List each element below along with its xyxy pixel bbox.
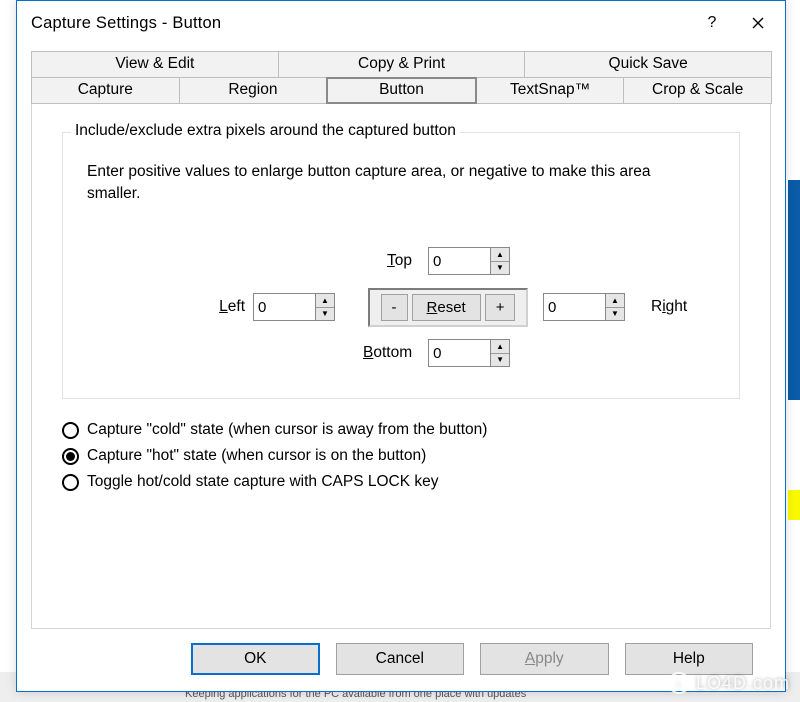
bottom-spin-down[interactable]: ▼ xyxy=(491,354,509,367)
top-input[interactable] xyxy=(428,247,490,275)
decrement-button[interactable]: - xyxy=(381,294,408,321)
reset-group: - Reset + xyxy=(368,288,528,327)
radio-toggle[interactable]: Toggle hot/cold state capture with CAPS … xyxy=(62,473,740,491)
help-icon[interactable]: ? xyxy=(689,6,735,40)
tab-quick-save[interactable]: Quick Save xyxy=(524,51,772,77)
ok-button[interactable]: OK xyxy=(191,643,320,675)
tab-textsnap[interactable]: TextSnap™ xyxy=(476,77,625,104)
radio-hot[interactable]: Capture "hot" state (when cursor is on t… xyxy=(62,447,740,465)
reset-button[interactable]: Reset xyxy=(412,294,481,321)
tab-strip: View & Edit Copy & Print Quick Save Capt… xyxy=(31,51,771,104)
tab-crop-scale[interactable]: Crop & Scale xyxy=(623,77,772,104)
bottom-spin-up[interactable]: ▲ xyxy=(491,340,509,354)
radio-hot-label: Capture "hot" state (when cursor is on t… xyxy=(87,447,426,465)
groupbox-legend: Include/exclude extra pixels around the … xyxy=(71,122,460,140)
right-input[interactable] xyxy=(543,293,605,321)
help-button[interactable]: Help xyxy=(625,643,753,675)
top-spinner[interactable]: ▲ ▼ xyxy=(428,247,510,275)
background-right-blue xyxy=(788,180,800,400)
client-area: View & Edit Copy & Print Quick Save Capt… xyxy=(17,45,785,691)
tab-region[interactable]: Region xyxy=(179,77,328,104)
radio-icon xyxy=(62,422,79,439)
right-spin-up[interactable]: ▲ xyxy=(606,294,624,308)
apply-button[interactable]: Apply xyxy=(480,643,608,675)
cancel-button[interactable]: Cancel xyxy=(336,643,464,675)
bottom-input[interactable] xyxy=(428,339,490,367)
background-right-yellow xyxy=(788,490,800,520)
left-spin-up[interactable]: ▲ xyxy=(316,294,334,308)
right-spin-down[interactable]: ▼ xyxy=(606,308,624,321)
margins-grid: Top ▲ ▼ Left xyxy=(93,240,719,374)
tab-pane-button: Include/exclude extra pixels around the … xyxy=(31,104,771,629)
tab-capture[interactable]: Capture xyxy=(31,77,180,104)
tab-copy-print[interactable]: Copy & Print xyxy=(278,51,526,77)
bottom-spinner[interactable]: ▲ ▼ xyxy=(428,339,510,367)
radio-cold[interactable]: Capture "cold" state (when cursor is awa… xyxy=(62,421,740,439)
top-spin-up[interactable]: ▲ xyxy=(491,248,509,262)
right-spinner[interactable]: ▲ ▼ xyxy=(543,293,625,321)
top-spin-down[interactable]: ▼ xyxy=(491,262,509,275)
left-label: Left xyxy=(93,298,253,316)
right-label: Right xyxy=(643,298,723,316)
margins-groupbox: Include/exclude extra pixels around the … xyxy=(62,132,740,399)
radio-icon-selected xyxy=(62,448,79,465)
radio-toggle-label: Toggle hot/cold state capture with CAPS … xyxy=(87,473,439,491)
watermark: ↓ LO4D.com xyxy=(668,672,790,694)
left-spin-down[interactable]: ▼ xyxy=(316,308,334,321)
top-label: Top xyxy=(387,252,420,270)
left-input[interactable] xyxy=(253,293,315,321)
titlebar: Capture Settings - Button ? xyxy=(17,1,785,45)
state-radios: Capture "cold" state (when cursor is awa… xyxy=(62,421,740,491)
radio-cold-label: Capture "cold" state (when cursor is awa… xyxy=(87,421,487,439)
watermark-text: LO4D.com xyxy=(696,673,790,694)
bottom-label: Bottom xyxy=(363,344,420,362)
dialog-window: Capture Settings - Button ? View & Edit … xyxy=(16,0,786,692)
tab-button[interactable]: Button xyxy=(326,77,477,104)
dialog-footer: OK Cancel Apply Help xyxy=(31,643,771,691)
window-title: Capture Settings - Button xyxy=(31,14,689,33)
left-spinner[interactable]: ▲ ▼ xyxy=(253,293,335,321)
radio-icon xyxy=(62,474,79,491)
groupbox-description: Enter positive values to enlarge button … xyxy=(87,161,697,204)
close-icon[interactable] xyxy=(735,6,781,40)
watermark-icon: ↓ xyxy=(668,672,690,694)
increment-button[interactable]: + xyxy=(485,294,516,321)
tab-view-edit[interactable]: View & Edit xyxy=(31,51,279,77)
